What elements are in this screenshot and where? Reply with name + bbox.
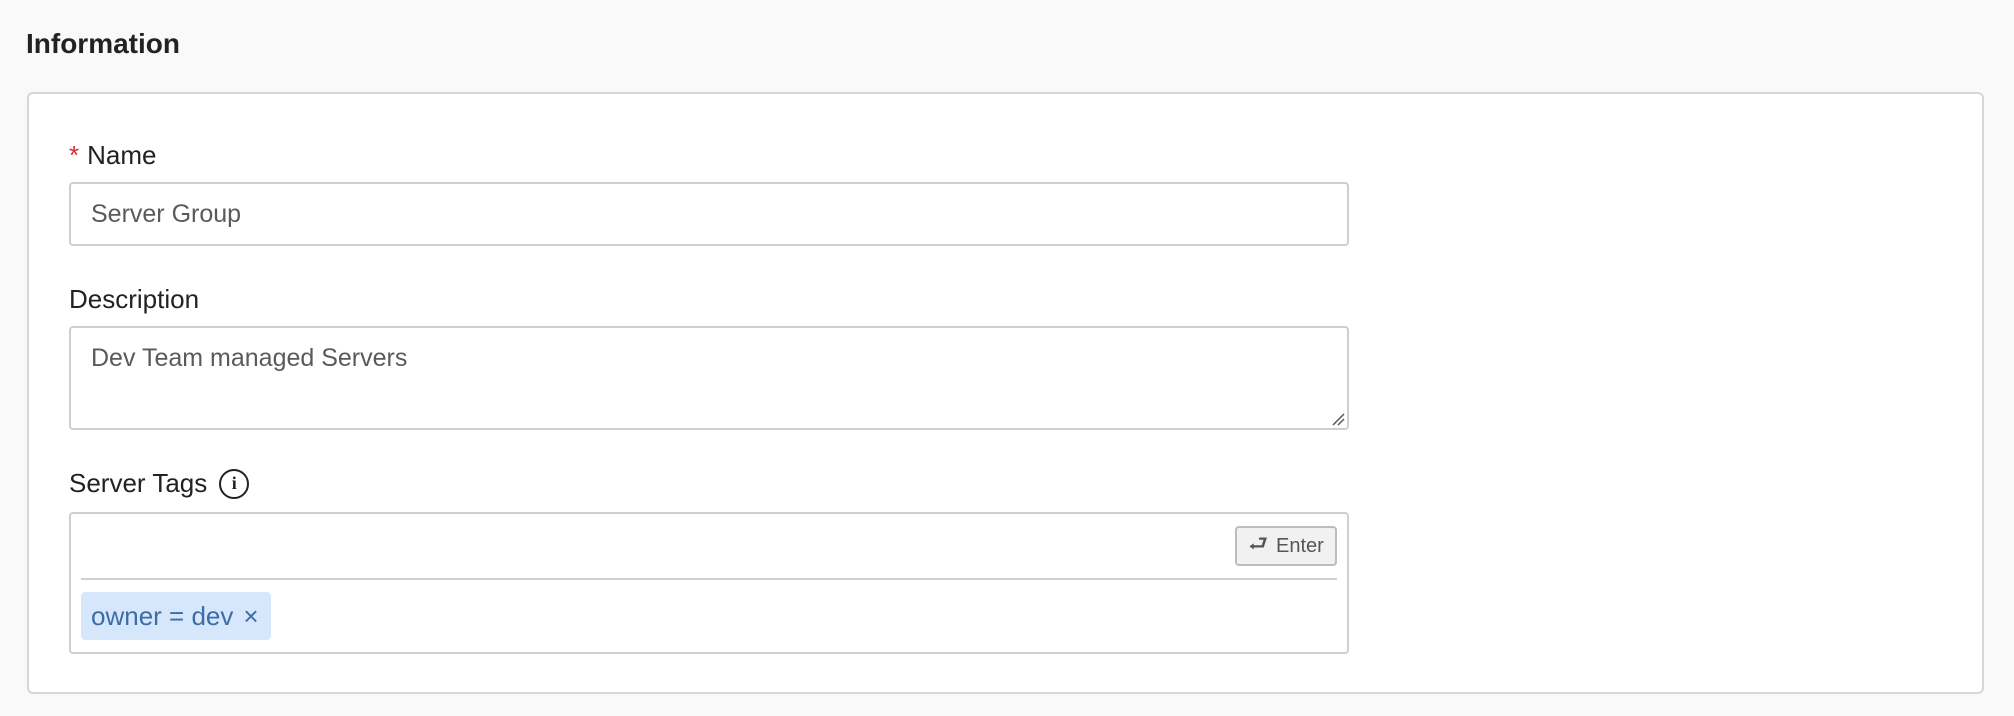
close-icon[interactable]: ×	[243, 603, 258, 629]
server-tags-input[interactable]	[81, 524, 1201, 570]
information-panel: *Name Description Dev Team managed Serve…	[27, 92, 1984, 694]
tag-chip-label: owner = dev	[91, 600, 234, 631]
name-label: * Name	[69, 140, 156, 171]
resize-handle-icon[interactable]	[1331, 412, 1345, 426]
section-title: Information	[26, 28, 180, 59]
name-label-text: Name	[87, 140, 157, 170]
info-icon[interactable]: i	[219, 468, 250, 499]
server-tags-label-text: Server Tags	[69, 468, 208, 498]
server-tags-label: Server Tags i	[69, 468, 250, 499]
tag-chip: owner = dev ×	[81, 592, 271, 640]
divider	[81, 578, 1337, 580]
required-marker: *	[69, 140, 80, 170]
name-input[interactable]	[69, 182, 1349, 246]
description-textarea[interactable]: Dev Team managed Servers	[69, 326, 1349, 430]
server-tags-field: ⮐ Enter owner = dev ×	[69, 512, 1349, 654]
return-arrow-icon: ⮐	[1248, 531, 1268, 556]
description-label: Description	[69, 284, 200, 314]
enter-button[interactable]: ⮐ Enter	[1235, 526, 1337, 566]
enter-button-label: Enter	[1276, 534, 1324, 557]
